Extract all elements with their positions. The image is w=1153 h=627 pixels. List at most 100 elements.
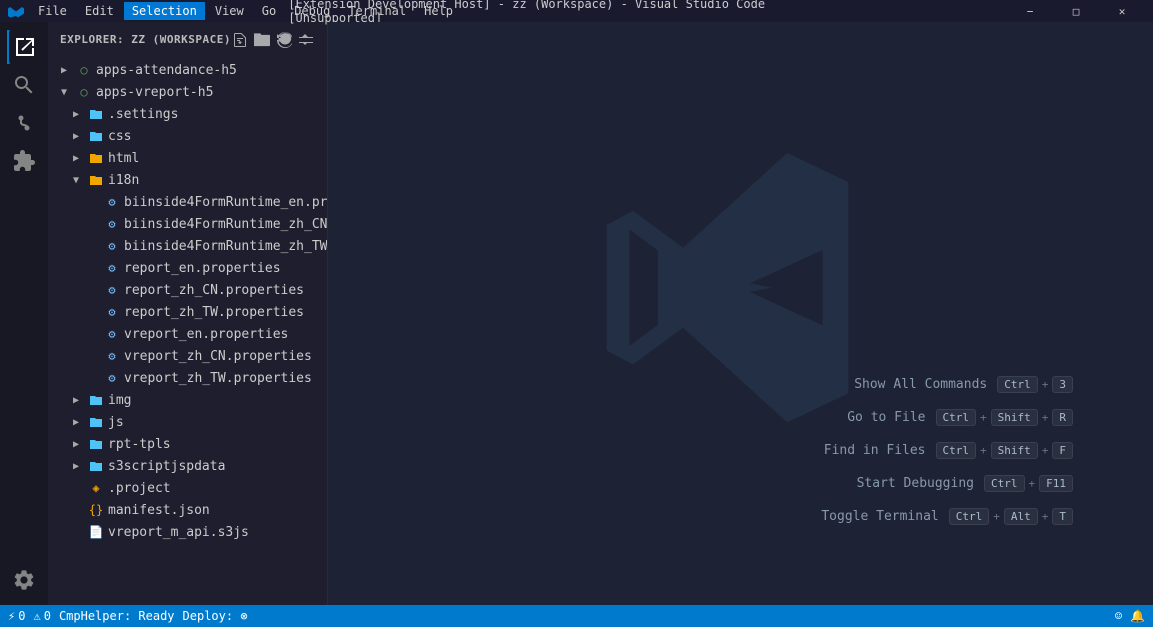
tree-item-report-en[interactable]: ⚙ report_en.properties bbox=[48, 257, 327, 279]
key-plus: + bbox=[1042, 378, 1049, 391]
sidebar-actions[interactable] bbox=[231, 31, 315, 49]
chevron-icon: ▶ bbox=[68, 392, 84, 408]
shortcut-row-find: Find in Files Ctrl + Shift + F bbox=[821, 442, 1073, 459]
shortcut-label: Show All Commands bbox=[854, 377, 987, 392]
chevron-icon: ▶ bbox=[68, 414, 84, 430]
folder-icon bbox=[88, 172, 104, 188]
key-plus: + bbox=[993, 510, 1000, 523]
key-shift: Shift bbox=[991, 442, 1038, 459]
status-smiley[interactable]: ☺ bbox=[1115, 609, 1122, 623]
shortcut-keys: Ctrl + 3 bbox=[997, 376, 1073, 393]
menu-go[interactable]: Go bbox=[254, 2, 284, 20]
file-label: report_zh_TW.properties bbox=[124, 305, 304, 320]
tree-item-vreport-zh-tw[interactable]: ⚙ vreport_zh_TW.properties bbox=[48, 367, 327, 389]
sidebar-title: EXPLORER: ZZ (WORKSPACE) bbox=[60, 33, 231, 46]
key-f11: F11 bbox=[1039, 475, 1073, 492]
tree-item-settings[interactable]: ▶ .settings bbox=[48, 103, 327, 125]
shortcut-keys: Ctrl + F11 bbox=[984, 475, 1073, 492]
status-errors[interactable]: ⚡ 0 bbox=[8, 609, 25, 623]
menu-view[interactable]: View bbox=[207, 2, 252, 20]
new-folder-button[interactable] bbox=[253, 31, 271, 49]
tree-item-s3script[interactable]: ▶ s3scriptjspdata bbox=[48, 455, 327, 477]
explorer-icon[interactable] bbox=[7, 30, 41, 64]
shortcut-row-goto: Go to File Ctrl + Shift + R bbox=[821, 409, 1073, 426]
menu-edit[interactable]: Edit bbox=[77, 2, 122, 20]
status-warnings[interactable]: ⚠ 0 bbox=[33, 609, 50, 623]
file-label: css bbox=[108, 129, 131, 144]
status-deploy[interactable]: Deploy: ⊗ bbox=[183, 609, 248, 623]
status-notifications[interactable]: 🔔 bbox=[1130, 609, 1145, 623]
key-alt: Alt bbox=[1004, 508, 1038, 525]
chevron-icon: ▶ bbox=[68, 458, 84, 474]
tree-item-report-zh-tw[interactable]: ⚙ report_zh_TW.properties bbox=[48, 301, 327, 323]
maximize-button[interactable]: □ bbox=[1053, 0, 1099, 22]
tree-item-vreport-en[interactable]: ⚙ vreport_en.properties bbox=[48, 323, 327, 345]
tree-item-attendance[interactable]: ▶ ○ apps-attendance-h5 bbox=[48, 59, 327, 81]
main-layout: EXPLORER: ZZ (WORKSPACE) ▶ ○ bbox=[0, 22, 1153, 605]
folder-icon bbox=[88, 128, 104, 144]
file-label: report_zh_CN.properties bbox=[124, 283, 304, 298]
refresh-button[interactable] bbox=[275, 31, 293, 49]
collapse-button[interactable] bbox=[297, 31, 315, 49]
file-label: .settings bbox=[108, 107, 178, 122]
error-icon: ⚡ bbox=[8, 609, 15, 623]
gear-file-icon: ⚙ bbox=[104, 348, 120, 364]
tree-item-report-zh-cn[interactable]: ⚙ report_zh_CN.properties bbox=[48, 279, 327, 301]
deploy-text: Deploy: ⊗ bbox=[183, 609, 248, 623]
key-ctrl: Ctrl bbox=[997, 376, 1038, 393]
tree-item-manifest[interactable]: {} manifest.json bbox=[48, 499, 327, 521]
file-label: html bbox=[108, 151, 139, 166]
window-controls[interactable]: − □ ✕ bbox=[1007, 0, 1145, 22]
file-label: vreport_en.properties bbox=[124, 327, 288, 342]
tree-item-s3js[interactable]: 📄 vreport_m_api.s3js bbox=[48, 521, 327, 543]
menu-selection[interactable]: Selection bbox=[124, 2, 205, 20]
search-icon[interactable] bbox=[7, 68, 41, 102]
gear-file-icon: ⚙ bbox=[104, 282, 120, 298]
cmphelper-text: CmpHelper: Ready bbox=[59, 609, 175, 623]
minimize-button[interactable]: − bbox=[1007, 0, 1053, 22]
tree-item-vreport-zh-cn[interactable]: ⚙ vreport_zh_CN.properties bbox=[48, 345, 327, 367]
extensions-icon[interactable] bbox=[7, 144, 41, 178]
file-label: manifest.json bbox=[108, 503, 210, 518]
key-3: 3 bbox=[1052, 376, 1073, 393]
new-file-button[interactable] bbox=[231, 31, 249, 49]
folder-icon bbox=[88, 414, 104, 430]
json-file-icon: {} bbox=[88, 502, 104, 518]
tree-item-css[interactable]: ▶ css bbox=[48, 125, 327, 147]
file-label: vreport_zh_CN.properties bbox=[124, 349, 312, 364]
file-label: js bbox=[108, 415, 124, 430]
tree-item-html[interactable]: ▶ html bbox=[48, 147, 327, 169]
key-f: F bbox=[1052, 442, 1073, 459]
file-label: s3scriptjspdata bbox=[108, 459, 225, 474]
key-ctrl: Ctrl bbox=[949, 508, 990, 525]
activity-bar-bottom bbox=[7, 563, 41, 605]
key-plus: + bbox=[980, 444, 987, 457]
tree-item-props-zh-tw[interactable]: ⚙ biinside4FormRuntime_zh_TW.properties bbox=[48, 235, 327, 257]
settings-icon[interactable] bbox=[7, 563, 41, 597]
tree-item-rpt-tpls[interactable]: ▶ rpt-tpls bbox=[48, 433, 327, 455]
file-tree: ▶ ○ apps-attendance-h5 ▼ ○ apps-vreport-… bbox=[48, 57, 327, 605]
chevron-icon: ▶ bbox=[68, 436, 84, 452]
tree-item-vreport[interactable]: ▼ ○ apps-vreport-h5 bbox=[48, 81, 327, 103]
status-cmphelper: CmpHelper: Ready bbox=[59, 609, 175, 623]
source-control-icon[interactable] bbox=[7, 106, 41, 140]
tree-item-props-zh-cn[interactable]: ⚙ biinside4FormRuntime_zh_CN.properties bbox=[48, 213, 327, 235]
gear-file-icon: ⚙ bbox=[104, 326, 120, 342]
tree-item-js[interactable]: ▶ js bbox=[48, 411, 327, 433]
gear-file-icon: ⚙ bbox=[104, 260, 120, 276]
menu-file[interactable]: File bbox=[30, 2, 75, 20]
key-plus: + bbox=[980, 411, 987, 424]
key-ctrl: Ctrl bbox=[984, 475, 1025, 492]
tree-item-img[interactable]: ▶ img bbox=[48, 389, 327, 411]
title-bar: File Edit Selection View Go Debug Termin… bbox=[0, 0, 1153, 22]
chevron-icon: ▶ bbox=[68, 150, 84, 166]
shortcut-label: Go to File bbox=[847, 410, 925, 425]
shortcut-label: Start Debugging bbox=[857, 476, 974, 491]
tree-item-i18n[interactable]: ▼ i18n bbox=[48, 169, 327, 191]
close-button[interactable]: ✕ bbox=[1099, 0, 1145, 22]
key-t: T bbox=[1052, 508, 1073, 525]
folder-icon bbox=[88, 392, 104, 408]
key-r: R bbox=[1052, 409, 1073, 426]
tree-item-project[interactable]: ◈ .project bbox=[48, 477, 327, 499]
tree-item-props-en[interactable]: ⚙ biinside4FormRuntime_en.properties bbox=[48, 191, 327, 213]
